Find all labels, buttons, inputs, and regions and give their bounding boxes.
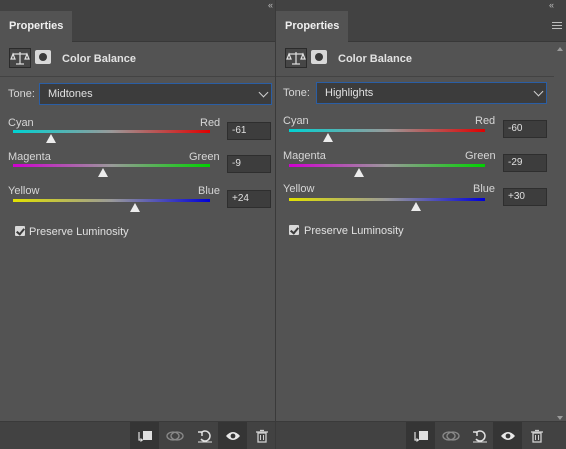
adjustment-title: Color Balance bbox=[338, 53, 412, 65]
slider-cyan-label: Cyan bbox=[8, 117, 34, 129]
color-balance-scale-icon[interactable] bbox=[9, 48, 31, 68]
slider-cyan-label: Cyan bbox=[283, 115, 309, 127]
slider-yellow-blue-track[interactable] bbox=[13, 199, 210, 202]
chevron-down-icon bbox=[258, 87, 269, 98]
layer-mask-icon[interactable] bbox=[35, 50, 51, 64]
toggle-visibility-button[interactable] bbox=[493, 422, 522, 449]
properties-panel-right: « Properties Color Balance Tone: Highlig… bbox=[276, 0, 566, 449]
reset-button[interactable] bbox=[190, 422, 219, 449]
slider-magenta-green-value[interactable]: -9 bbox=[227, 155, 271, 173]
slider-yellow-blue-thumb[interactable] bbox=[130, 203, 141, 212]
slider-green-label: Green bbox=[189, 151, 220, 163]
clip-to-layer-icon bbox=[137, 430, 152, 442]
slider-magenta-label: Magenta bbox=[283, 150, 326, 162]
tone-value: Midtones bbox=[48, 88, 93, 100]
collapse-panels-button[interactable]: « bbox=[549, 0, 554, 11]
tone-label: Tone: bbox=[283, 87, 310, 99]
slider-magenta-green-track[interactable] bbox=[289, 164, 485, 167]
slider-yellow-label: Yellow bbox=[8, 185, 40, 197]
visibility-eye-icon bbox=[225, 431, 240, 440]
slider-yellow-blue-value[interactable]: +24 bbox=[227, 190, 271, 208]
slider-magenta-green-track[interactable] bbox=[13, 164, 210, 167]
tone-dropdown[interactable]: Highlights bbox=[316, 82, 547, 104]
slider-yellow-blue-value[interactable]: +30 bbox=[503, 188, 547, 206]
tone-value: Highlights bbox=[325, 87, 374, 99]
slider-red-label: Red bbox=[475, 115, 496, 127]
slider-cyan-red-track[interactable] bbox=[13, 130, 210, 133]
panel-top-strip: « bbox=[276, 0, 566, 11]
adjustment-header: Color Balance bbox=[0, 42, 275, 77]
delete-button[interactable] bbox=[522, 422, 551, 449]
toggle-visibility-button[interactable] bbox=[218, 422, 247, 449]
reset-button[interactable] bbox=[465, 422, 494, 449]
slider-green-label: Green bbox=[465, 150, 496, 162]
panel-scrollbar[interactable] bbox=[554, 42, 566, 422]
preserve-luminosity-checkbox[interactable] bbox=[15, 226, 25, 236]
slider-cyan-red-thumb[interactable] bbox=[46, 134, 57, 143]
slider-magenta-label: Magenta bbox=[8, 151, 51, 163]
panel-footer bbox=[0, 421, 275, 449]
tone-dropdown[interactable]: Midtones bbox=[39, 83, 272, 105]
panel-tab-bar: Properties bbox=[0, 11, 275, 42]
reset-icon bbox=[472, 429, 487, 442]
collapse-panels-button[interactable]: « bbox=[268, 0, 273, 11]
slider-magenta-green-thumb[interactable] bbox=[353, 168, 364, 177]
panel-footer bbox=[276, 421, 566, 449]
slider-yellow-label: Yellow bbox=[283, 183, 315, 195]
visibility-eye-icon bbox=[500, 431, 515, 440]
scroll-up-arrow-icon[interactable] bbox=[557, 47, 563, 51]
adjustment-header: Color Balance bbox=[276, 42, 566, 77]
layer-mask-icon[interactable] bbox=[311, 50, 327, 64]
panel-tab-bar: Properties bbox=[276, 11, 566, 42]
slider-blue-label: Blue bbox=[473, 183, 496, 195]
adjustment-title: Color Balance bbox=[62, 53, 136, 65]
slider-cyan-red-track[interactable] bbox=[289, 129, 485, 132]
scroll-down-arrow-icon[interactable] bbox=[557, 416, 563, 420]
preserve-luminosity-label: Preserve Luminosity bbox=[29, 226, 129, 238]
slider-yellow-blue-thumb[interactable] bbox=[411, 202, 422, 211]
properties-panel-left: « Properties Color Balance Tone: Midtone… bbox=[0, 0, 276, 449]
slider-blue-label: Blue bbox=[198, 185, 221, 197]
chevron-down-icon bbox=[533, 86, 544, 97]
slider-cyan-red-thumb[interactable] bbox=[323, 133, 334, 142]
slider-magenta-green-thumb[interactable] bbox=[97, 168, 108, 177]
slider-cyan-red-value[interactable]: -61 bbox=[227, 122, 271, 140]
color-balance-scale-icon[interactable] bbox=[285, 48, 307, 68]
delete-button[interactable] bbox=[247, 422, 275, 449]
trash-icon bbox=[530, 429, 543, 443]
view-previous-state-icon bbox=[165, 430, 184, 441]
slider-red-label: Red bbox=[200, 117, 221, 129]
tab-properties[interactable]: Properties bbox=[0, 11, 73, 42]
slider-magenta-green-value[interactable]: -29 bbox=[503, 154, 547, 172]
preserve-luminosity-label: Preserve Luminosity bbox=[304, 225, 404, 237]
slider-cyan-red-value[interactable]: -60 bbox=[503, 120, 547, 138]
reset-icon bbox=[197, 429, 212, 442]
view-previous-state-button[interactable] bbox=[160, 422, 189, 449]
trash-icon bbox=[255, 429, 268, 443]
panel-top-strip: « bbox=[0, 0, 275, 11]
panel-menu-icon[interactable] bbox=[552, 22, 562, 30]
tone-label: Tone: bbox=[8, 88, 35, 100]
view-previous-state-button[interactable] bbox=[436, 422, 465, 449]
clip-to-layer-button[interactable] bbox=[130, 422, 159, 449]
view-previous-state-icon bbox=[441, 430, 460, 441]
clip-to-layer-icon bbox=[413, 430, 428, 442]
slider-yellow-blue-track[interactable] bbox=[289, 198, 485, 201]
tab-properties[interactable]: Properties bbox=[276, 11, 349, 42]
clip-to-layer-button[interactable] bbox=[406, 422, 435, 449]
preserve-luminosity-checkbox[interactable] bbox=[289, 225, 299, 235]
